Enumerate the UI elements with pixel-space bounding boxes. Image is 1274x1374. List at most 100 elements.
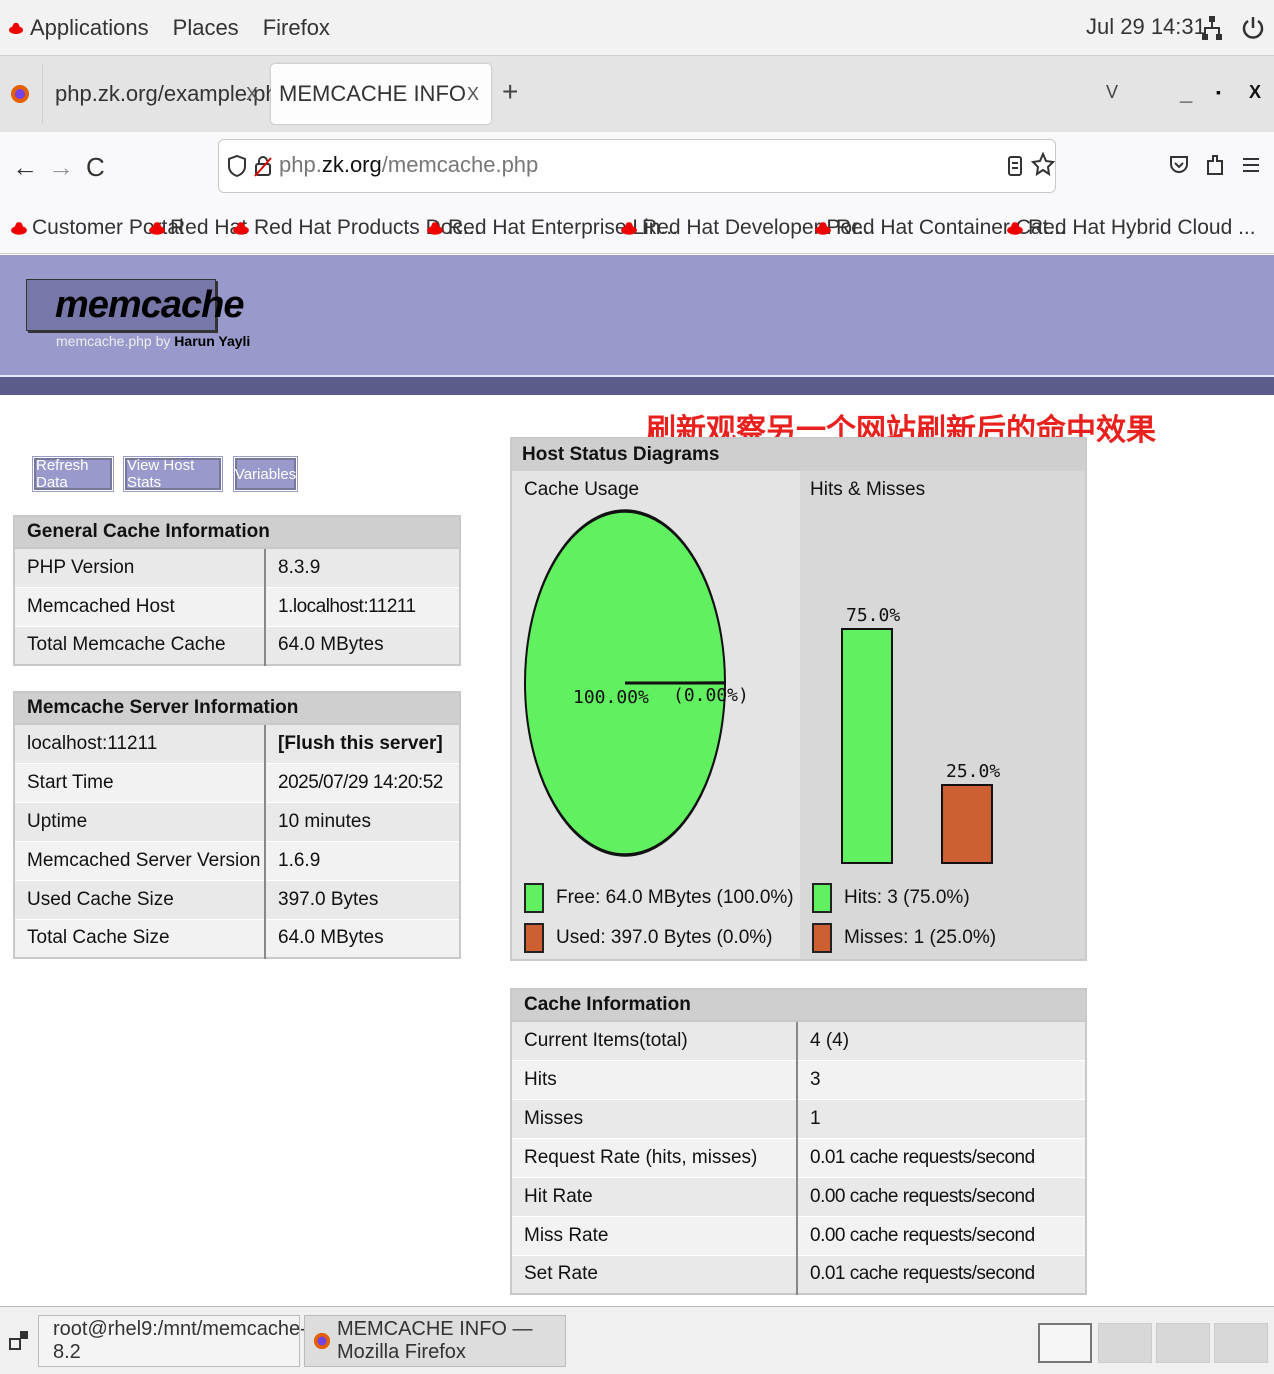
url-text: php.zk.org/memcache.php <box>279 152 539 177</box>
tab-example[interactable]: php.zk.org/example.php X <box>42 64 290 124</box>
tab-close-icon[interactable]: X <box>246 84 258 105</box>
forward-button[interactable]: → <box>48 152 74 183</box>
table-row: localhost:11211 [Flush this server] <box>14 724 460 764</box>
workspace-3[interactable] <box>1156 1323 1210 1363</box>
view-host-stats-button[interactable]: View Host Stats <box>124 457 222 491</box>
bar-misses <box>941 784 993 864</box>
power-icon[interactable] <box>1240 14 1266 42</box>
table-row: Hit Rate 0.00 cache requests/second <box>511 1177 1086 1217</box>
page-header: memcache memcache.php by Harun Yayli <box>0 255 1274 375</box>
table-row: Total Memcache Cache 64.0 MBytes <box>14 626 460 666</box>
tab-strip: php.zk.org/example.php X MEMCACHE INFO X… <box>0 56 1274 132</box>
url-bar[interactable]: php.zk.org/memcache.php <box>218 139 1056 193</box>
redhat-icon <box>621 222 637 235</box>
bar-hits <box>841 628 893 864</box>
workspace-1[interactable] <box>1038 1323 1092 1363</box>
reader-view-icon[interactable] <box>1007 154 1023 178</box>
workspace-2[interactable] <box>1098 1323 1152 1363</box>
redhat-icon <box>1007 222 1023 235</box>
workspace-4[interactable] <box>1214 1323 1268 1363</box>
extensions-icon[interactable] <box>1204 152 1226 178</box>
logo-subtitle: memcache.php by Harun Yayli <box>56 333 251 349</box>
table-row: Current Items(total) 4 (4) <box>511 1021 1086 1061</box>
table-title: Memcache Server Information <box>14 692 460 725</box>
reload-button[interactable]: C <box>86 152 105 183</box>
legend-swatch-misses <box>812 923 832 953</box>
pocket-icon[interactable] <box>1168 152 1190 178</box>
menu-icon[interactable] <box>1240 152 1262 178</box>
applications-menu[interactable]: Applications <box>30 15 149 41</box>
show-desktop-icon[interactable] <box>8 1329 32 1353</box>
refresh-data-button[interactable]: Refresh Data <box>33 457 113 491</box>
network-icon[interactable] <box>1200 14 1224 42</box>
redhat-icon <box>9 22 23 34</box>
tab-close-icon[interactable]: X <box>467 84 479 105</box>
minimize-button[interactable]: _ <box>1180 80 1192 106</box>
table-row: Memcached Server Version 1.6.9 <box>14 841 460 881</box>
firefox-icon <box>313 1332 331 1350</box>
redhat-icon <box>815 222 831 235</box>
flush-server-link[interactable]: [Flush this server] <box>265 724 460 764</box>
task-terminal[interactable]: root@rhel9:/mnt/memcache-8.2 <box>38 1315 307 1367</box>
table-row: Set Rate 0.01 cache requests/second <box>511 1255 1086 1295</box>
table-row: Start Time 2025/07/29 14:20:52 <box>14 763 460 803</box>
insecure-lock-icon[interactable] <box>253 154 273 178</box>
diagrams-title: Host Status Diagrams <box>512 439 1085 471</box>
firefox-icon <box>11 85 29 103</box>
table-row: Uptime 10 minutes <box>14 802 460 842</box>
table-row: Miss Rate 0.00 cache requests/second <box>511 1216 1086 1256</box>
variables-button[interactable]: Variables <box>234 457 297 491</box>
bookmark-hybrid-cloud[interactable]: Red Hat Hybrid Cloud ... <box>1006 216 1256 240</box>
legend-free: Free: 64.0 MBytes (100.0%) <box>556 887 794 908</box>
cache-info-table: Cache Information Current Items(total) 4 … <box>510 988 1087 1295</box>
nav-bar: ← → C php.zk.org/memcache.php <box>0 132 1274 202</box>
general-cache-table: General Cache Information PHP Version 8.3… <box>13 515 461 666</box>
back-button[interactable]: ← <box>12 152 38 183</box>
bar-label-misses: 25.0% <box>946 761 1000 782</box>
top-menu: Applications Places Firefox <box>8 15 354 41</box>
redhat-icon <box>11 222 27 235</box>
firefox-menu[interactable]: Firefox <box>263 15 330 41</box>
status-charts: 100.00% (0.00%) 75.0% 25.0% <box>524 509 1000 864</box>
table-row: Request Rate (hits, misses) 0.01 cache re… <box>511 1138 1086 1178</box>
table-row: Total Cache Size 64.0 MBytes <box>14 919 460 959</box>
pie-label-used: (0.00%) <box>673 685 749 706</box>
redhat-icon <box>149 222 165 235</box>
table-row: Memcached Host 1.localhost:11211 <box>14 587 460 627</box>
list-tabs-button[interactable]: V <box>1106 82 1118 103</box>
maximize-button[interactable]: ▪ <box>1216 84 1221 100</box>
redhat-icon <box>427 222 443 235</box>
host-status-diagrams: Host Status Diagrams Cache Usage Hits & … <box>510 437 1087 961</box>
bookmark-star-icon[interactable] <box>1031 152 1055 178</box>
legend-swatch-hits <box>812 883 832 913</box>
table-title: Cache Information <box>511 989 1086 1022</box>
shield-icon[interactable] <box>227 154 247 178</box>
clock[interactable]: Jul 29 14:31 <box>1086 14 1206 40</box>
taskbar: root@rhel9:/mnt/memcache-8.2 MEMCACHE IN… <box>0 1306 1274 1374</box>
task-firefox[interactable]: MEMCACHE INFO — Mozilla Firefox <box>304 1315 566 1367</box>
new-tab-button[interactable]: + <box>502 76 518 108</box>
bar-label-hits: 75.0% <box>846 605 900 626</box>
legend-swatch-free <box>524 883 544 913</box>
bookmarks-bar: Customer Portal Red Hat Red Hat Products… <box>0 202 1274 254</box>
legend-misses: Misses: 1 (25.0%) <box>844 927 997 948</box>
legend-hits: Hits: 3 (75.0%) <box>844 887 970 908</box>
table-row: PHP Version 8.3.9 <box>14 548 460 588</box>
legend-swatch-used <box>524 923 544 953</box>
close-window-button[interactable]: X <box>1249 82 1261 103</box>
table-title: General Cache Information <box>14 516 460 549</box>
page-content: memcache memcache.php by Harun Yayli 刷新观… <box>0 255 1274 1306</box>
table-row: Used Cache Size 397.0 Bytes <box>14 880 460 920</box>
tab-memcache-info[interactable]: MEMCACHE INFO X <box>271 64 491 124</box>
header-divider <box>0 375 1274 395</box>
memcache-logo: memcache <box>26 279 244 331</box>
tab-label: MEMCACHE INFO <box>279 81 466 106</box>
redhat-icon <box>233 222 249 235</box>
table-row: Hits 3 <box>511 1060 1086 1100</box>
pie-label-free: 100.00% <box>573 687 649 708</box>
legend-used: Used: 397.0 Bytes (0.0%) <box>556 927 773 948</box>
gnome-top-bar: Applications Places Firefox Jul 29 14:31 <box>0 0 1274 56</box>
places-menu[interactable]: Places <box>173 15 239 41</box>
table-row: Misses 1 <box>511 1099 1086 1139</box>
server-info-table: Memcache Server Information localhost:11… <box>13 691 461 959</box>
